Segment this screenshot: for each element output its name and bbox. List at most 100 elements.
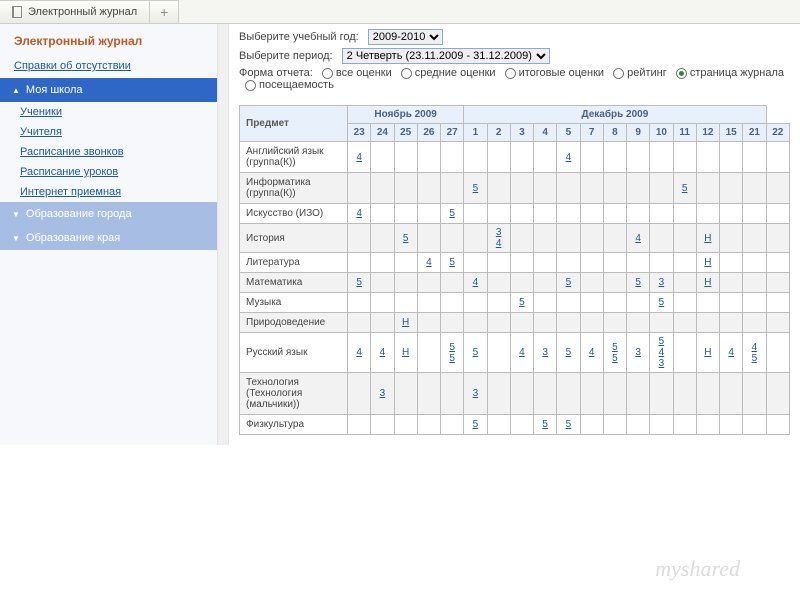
mark-link[interactable]: 5 <box>449 208 455 219</box>
sidebar-item-students[interactable]: Ученики <box>0 102 217 122</box>
cell-mark <box>487 415 510 435</box>
year-select[interactable]: 2009-2010 <box>368 29 443 45</box>
mark-link[interactable]: 5 <box>473 419 479 430</box>
mark-link[interactable]: Н <box>704 347 711 358</box>
mark-link[interactable]: Н <box>704 277 711 288</box>
mark-link[interactable]: 4 <box>589 347 595 358</box>
mark-link[interactable]: 5 <box>473 183 479 194</box>
cell-subject: История <box>240 224 348 253</box>
mark-link[interactable]: 5 <box>449 257 455 268</box>
col-day: 1 <box>464 124 487 142</box>
mark-link[interactable]: 4 <box>426 257 432 268</box>
sidebar-item-teachers[interactable]: Учителя <box>0 122 217 142</box>
sidebar-group-city[interactable]: ▼ Образование города <box>0 202 217 226</box>
mark-link[interactable]: 4 <box>635 233 641 244</box>
mark-link[interactable]: 4 <box>356 152 362 163</box>
cell-mark <box>441 415 464 435</box>
mark-link[interactable]: 5 <box>449 342 455 353</box>
cell-mark <box>487 273 510 293</box>
table-row: Английский язык (группа(К))44 <box>240 142 790 173</box>
col-day: 3 <box>510 124 533 142</box>
radio-label: средние оценки <box>415 67 496 79</box>
cell-mark: 34 <box>487 224 510 253</box>
period-select[interactable]: 2 Четверть (23.11.2009 - 31.12.2009) <box>342 48 550 64</box>
cell-mark <box>441 173 464 204</box>
mark-link[interactable]: 3 <box>473 388 479 399</box>
mark-link[interactable]: 4 <box>519 347 525 358</box>
cell-mark <box>743 415 766 435</box>
mark-link[interactable]: 5 <box>752 353 758 364</box>
sidebar-item-lesson-schedule[interactable]: Расписание уроков <box>0 162 217 182</box>
cell-mark <box>673 293 696 313</box>
mark-link[interactable]: 4 <box>356 208 362 219</box>
cell-mark <box>673 253 696 273</box>
mark-link[interactable]: 5 <box>682 183 688 194</box>
mark-link[interactable]: Н <box>704 257 711 268</box>
radio-final[interactable] <box>505 68 516 79</box>
col-day: 25 <box>394 124 417 142</box>
mark-link[interactable]: 5 <box>612 353 618 364</box>
mark-link[interactable]: 4 <box>659 347 665 358</box>
mark-link[interactable]: 4 <box>496 238 502 249</box>
mark-link[interactable]: 5 <box>612 342 618 353</box>
splitter[interactable] <box>217 24 229 445</box>
cell-mark: 5 <box>394 224 417 253</box>
mark-link[interactable]: 5 <box>566 347 572 358</box>
mark-link[interactable]: 5 <box>659 297 665 308</box>
mark-link[interactable]: 4 <box>752 342 758 353</box>
cell-mark <box>673 313 696 333</box>
sidebar-item-reception[interactable]: Интернет приемная <box>0 182 217 202</box>
mark-link[interactable]: 5 <box>659 336 665 347</box>
cell-mark <box>743 293 766 313</box>
sidebar-group-region[interactable]: ▼ Образование края <box>0 226 217 250</box>
mark-link[interactable]: 5 <box>519 297 525 308</box>
cell-mark <box>696 415 719 435</box>
mark-link[interactable]: Н <box>402 347 409 358</box>
mark-link[interactable]: 5 <box>356 277 362 288</box>
mark-link[interactable]: 3 <box>659 277 665 288</box>
cell-mark <box>487 293 510 313</box>
tab-journal[interactable]: Электронный журнал <box>0 0 150 23</box>
mark-link[interactable]: 5 <box>473 347 479 358</box>
mark-link[interactable]: Н <box>704 233 711 244</box>
radio-journal-page[interactable] <box>676 68 687 79</box>
cell-subject: Литература <box>240 253 348 273</box>
sidebar-group-school[interactable]: ▲ Моя школа <box>0 78 217 102</box>
radio-attendance[interactable] <box>245 80 256 91</box>
cell-mark <box>371 415 394 435</box>
mark-link[interactable]: 4 <box>356 347 362 358</box>
table-row: Музыка55 <box>240 293 790 313</box>
radio-rating[interactable] <box>613 68 624 79</box>
cell-mark <box>557 293 580 313</box>
mark-link[interactable]: 4 <box>380 347 386 358</box>
tab-add[interactable]: + <box>150 0 179 23</box>
cell-mark <box>510 224 533 253</box>
mark-link[interactable]: 4 <box>728 347 734 358</box>
mark-link[interactable]: Н <box>402 317 409 328</box>
table-row: Технология (Технология (мальчики))33 <box>240 373 790 415</box>
radio-all-marks[interactable] <box>322 68 333 79</box>
radio-average[interactable] <box>401 68 412 79</box>
mark-link[interactable]: 3 <box>659 358 665 369</box>
mark-link[interactable]: 4 <box>473 277 479 288</box>
cell-mark <box>673 373 696 415</box>
mark-link[interactable]: 5 <box>566 419 572 430</box>
mark-link[interactable]: 3 <box>542 347 548 358</box>
mark-link[interactable]: 5 <box>542 419 548 430</box>
sidebar-group-label: Образование края <box>26 232 120 244</box>
cell-mark: 5 <box>627 273 650 293</box>
mark-link[interactable]: 3 <box>496 227 502 238</box>
mark-link[interactable]: 5 <box>635 277 641 288</box>
sidebar-link-absence[interactable]: Справки об отсутствии <box>0 54 217 78</box>
cell-mark <box>348 173 371 204</box>
mark-link[interactable]: 3 <box>380 388 386 399</box>
cell-mark <box>720 142 743 173</box>
cell-mark: 55 <box>603 333 626 373</box>
mark-link[interactable]: 5 <box>403 233 409 244</box>
cell-mark <box>673 273 696 293</box>
sidebar-item-bell-schedule[interactable]: Расписание звонков <box>0 142 217 162</box>
mark-link[interactable]: 5 <box>449 353 455 364</box>
mark-link[interactable]: 4 <box>566 152 572 163</box>
mark-link[interactable]: 3 <box>635 347 641 358</box>
mark-link[interactable]: 5 <box>566 277 572 288</box>
